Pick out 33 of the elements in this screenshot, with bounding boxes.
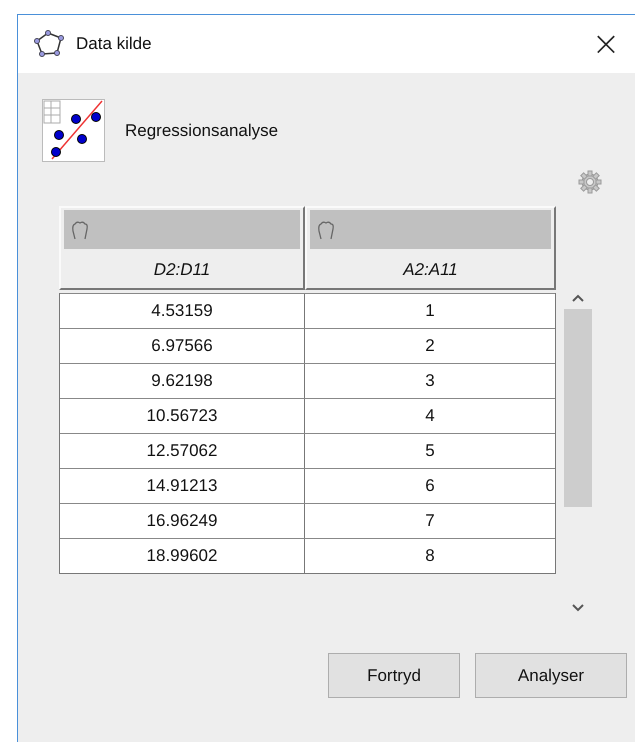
drag-handle[interactable] [310, 210, 551, 249]
table-cell-text: 5 [424, 440, 436, 462]
table-cell: 4.53159 [60, 294, 305, 328]
table-cell: 6.97566 [60, 329, 305, 363]
table-cell-text: 8 [424, 545, 436, 567]
table-cell-text: 2 [424, 335, 436, 357]
table-cell-text: 3 [424, 370, 436, 392]
column-header[interactable]: D2:D11 [59, 206, 305, 290]
table-cell: 10.56723 [60, 399, 305, 433]
column-header[interactable]: A2:A11 [305, 206, 556, 290]
analysis-label: Regressionsanalyse [125, 120, 278, 140]
table-cell: 18.99602 [60, 539, 305, 573]
table-cell: 9.62198 [60, 364, 305, 398]
drag-handle[interactable] [64, 210, 300, 249]
table-cell-text: 4 [424, 405, 436, 427]
scroll-down-icon[interactable] [571, 603, 585, 613]
scatter-plot-icon [42, 99, 105, 162]
analyze-button[interactable]: Analyser [475, 653, 627, 698]
window-title: Data kilde [76, 34, 153, 54]
close-button[interactable]: × [576, 15, 635, 73]
scroll-up-icon[interactable] [571, 293, 585, 303]
pentagon-icon [34, 30, 66, 58]
scrollbar-thumb[interactable] [564, 309, 592, 507]
table-cell: 14.91213 [60, 469, 305, 503]
hand-icon [316, 218, 336, 240]
table-cell-text: 1 [424, 300, 436, 322]
table-cell: 16.96249 [60, 504, 305, 538]
table-cell-text: 7 [424, 510, 436, 532]
table-cell: 12.57062 [60, 434, 305, 468]
table-cell-text: 6 [424, 475, 436, 497]
cancel-button[interactable]: Fortryd [328, 653, 460, 698]
settings-icon[interactable] [578, 170, 602, 194]
hand-icon [70, 218, 90, 240]
